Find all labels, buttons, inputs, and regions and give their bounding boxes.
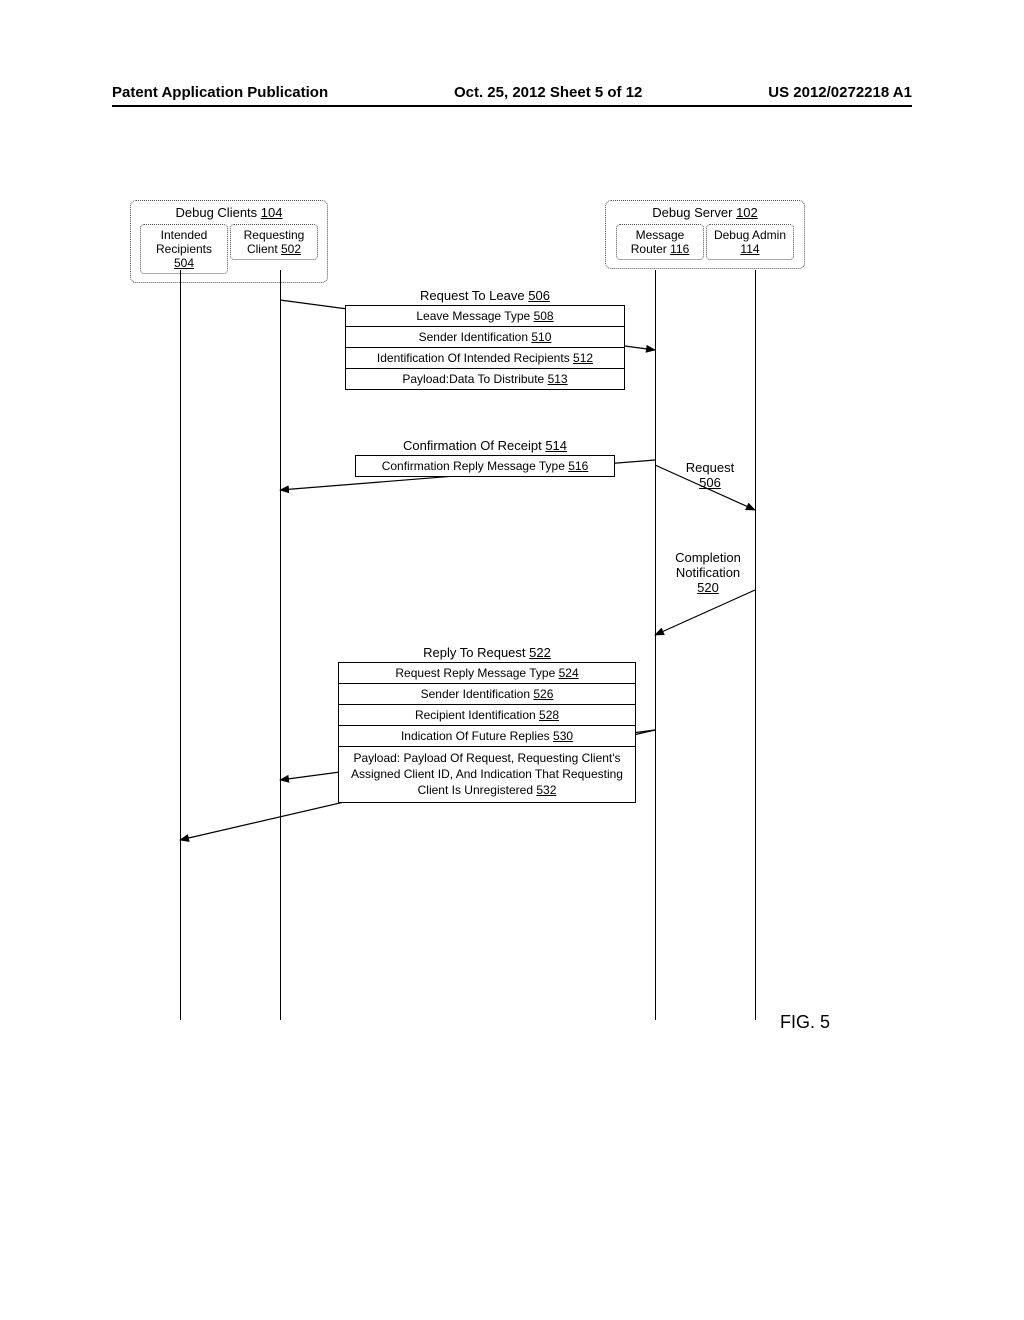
page-header: Patent Application Publication Oct. 25, … (112, 84, 912, 107)
figure-label: FIG. 5 (780, 1012, 830, 1033)
clients-title: Debug Clients 104 (137, 205, 321, 220)
msg2-row0: Confirmation Reply Message Type 516 (355, 455, 615, 477)
sequence-diagram: Debug Clients 104 Intended Recipients 50… (130, 200, 890, 1020)
lifeline-requesting-client (280, 270, 281, 1020)
header-middle: Oct. 25, 2012 Sheet 5 of 12 (454, 84, 642, 101)
lifeline-intended-recipients (180, 270, 181, 1020)
header-right: US 2012/0272218 A1 (768, 84, 912, 101)
msg3-row3: Indication Of Future Replies 530 (338, 725, 636, 747)
request-side-label: Request 506 (670, 460, 750, 490)
debug-server-group: Debug Server 102 Message Router 116 Debu… (605, 200, 805, 269)
msg3-row1: Sender Identification 526 (338, 683, 636, 705)
msg1-row0: Leave Message Type 508 (345, 305, 625, 327)
lifeline-debug-admin (755, 270, 756, 1020)
lifeline-message-router (655, 270, 656, 1020)
confirmation-block: Confirmation Of Receipt 514 Confirmation… (355, 438, 615, 477)
msg1-row1: Sender Identification 510 (345, 326, 625, 348)
reply-block: Reply To Request 522 Request Reply Messa… (338, 645, 636, 803)
server-title: Debug Server 102 (612, 205, 798, 220)
header-left: Patent Application Publication (112, 84, 328, 101)
msg3-row0: Request Reply Message Type 524 (338, 662, 636, 684)
request-to-leave-title: Request To Leave 506 (345, 288, 625, 303)
intended-recipients-box: Intended Recipients 504 (140, 224, 228, 274)
confirmation-title: Confirmation Of Receipt 514 (355, 438, 615, 453)
message-router-box: Message Router 116 (616, 224, 704, 260)
msg3-row4: Payload: Payload Of Request, Requesting … (338, 746, 636, 803)
completion-side-label: Completion Notification 520 (662, 550, 754, 595)
requesting-client-box: Requesting Client 502 (230, 224, 318, 260)
msg1-row2: Identification Of Intended Recipients 51… (345, 347, 625, 369)
msg3-row2: Recipient Identification 528 (338, 704, 636, 726)
request-to-leave-block: Request To Leave 506 Leave Message Type … (345, 288, 625, 390)
reply-title: Reply To Request 522 (338, 645, 636, 660)
debug-admin-box: Debug Admin 114 (706, 224, 794, 260)
debug-clients-group: Debug Clients 104 Intended Recipients 50… (130, 200, 328, 283)
msg1-row3: Payload:Data To Distribute 513 (345, 368, 625, 390)
